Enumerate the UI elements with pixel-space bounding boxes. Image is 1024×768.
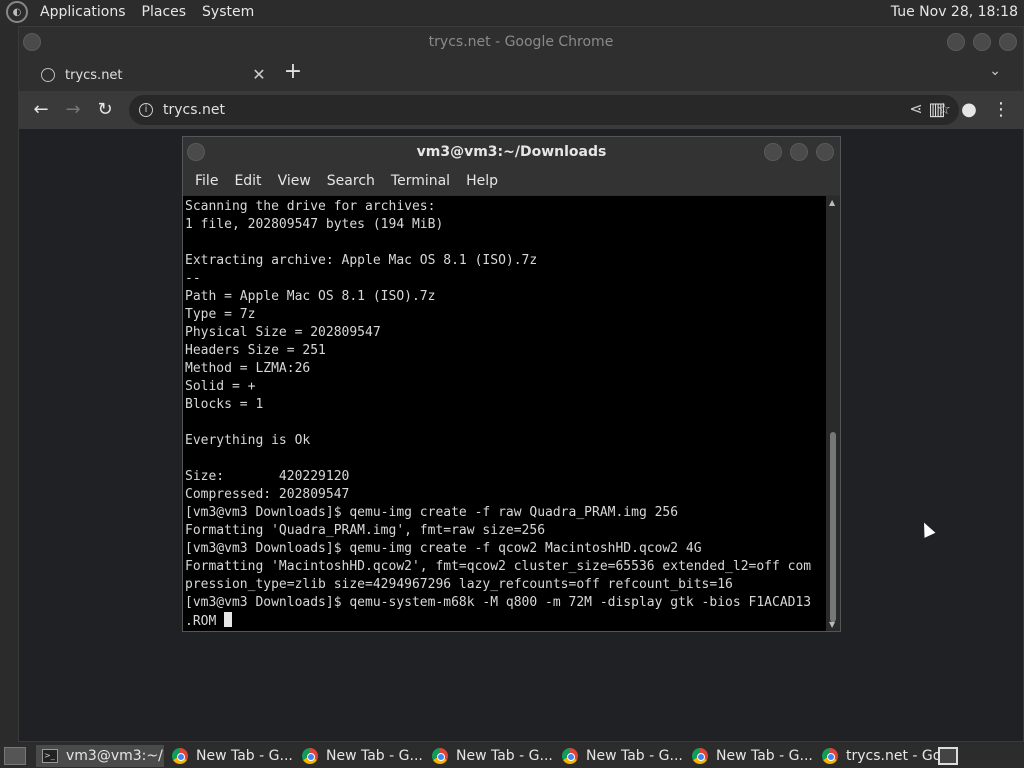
taskbar-item-chrome[interactable]: New Tab - G... xyxy=(686,745,814,767)
terminal-maximize-button[interactable] xyxy=(790,143,808,161)
tab-trycs[interactable]: trycs.net ✕ xyxy=(29,59,269,91)
terminal-line: [vm3@vm3 Downloads]$ qemu-system-m68k -M… xyxy=(185,595,812,610)
terminal-scrollbar[interactable]: ▲ ▼ xyxy=(826,196,840,631)
terminal-minimize-button[interactable] xyxy=(764,143,782,161)
taskbar-item-chrome[interactable]: New Tab - G... xyxy=(296,745,424,767)
terminal-close-button[interactable] xyxy=(816,143,834,161)
back-button[interactable]: ← xyxy=(29,98,53,122)
terminal-menubar: File Edit View Search Terminal Help xyxy=(183,167,840,195)
terminal-line: [vm3@vm3 Downloads]$ qemu-img create -f … xyxy=(185,505,679,520)
terminal-output[interactable]: Scanning the drive for archives: 1 file, … xyxy=(183,196,826,631)
chrome-titlebar[interactable]: trycs.net - Google Chrome xyxy=(19,27,1023,57)
taskbar-item-label: trycs.net - Go... xyxy=(846,748,944,764)
terminal-line: .ROM xyxy=(185,614,225,629)
menu-terminal[interactable]: Terminal xyxy=(389,173,458,189)
taskbar-item-chrome[interactable]: trycs.net - Go... xyxy=(816,745,944,767)
terminal-window-menu-button[interactable] xyxy=(187,143,205,161)
tab-title: trycs.net xyxy=(65,67,123,83)
side-panel-icon[interactable]: ▥ xyxy=(925,98,949,122)
address-bar[interactable]: i trycs.net ⋖ ☆ xyxy=(129,95,959,125)
tab-strip: trycs.net ✕ + ⌄ xyxy=(19,57,1023,91)
taskbar-item-label: vm3@vm3:~/... xyxy=(66,748,164,764)
chrome-window-title: trycs.net - Google Chrome xyxy=(428,34,614,50)
menu-view[interactable]: View xyxy=(276,173,319,189)
terminal-line: Compressed: 202809547 xyxy=(185,487,350,502)
new-tab-button[interactable]: + xyxy=(281,61,305,85)
window-menu-button[interactable] xyxy=(23,33,41,51)
taskbar-item-chrome[interactable]: New Tab - G... xyxy=(556,745,684,767)
terminal-line: Formatting 'MacintoshHD.qcow2', fmt=qcow… xyxy=(185,559,812,574)
taskbar: >_ vm3@vm3:~/... New Tab - G... New Tab … xyxy=(0,744,1024,768)
terminal-line: pression_type=zlib size=4294967296 lazy_… xyxy=(185,577,733,592)
minimize-button[interactable] xyxy=(947,33,965,51)
taskbar-item-label: New Tab - G... xyxy=(196,748,293,764)
reload-button[interactable]: ↻ xyxy=(93,98,117,122)
close-window-button[interactable] xyxy=(999,33,1017,51)
places-menu[interactable]: Places xyxy=(138,4,191,20)
terminal-line: Everything is Ok xyxy=(185,433,311,448)
terminal-line: Size: 420229120 xyxy=(185,469,350,484)
terminal-line: -- xyxy=(185,271,201,286)
terminal-line: Extracting archive: Apple Mac OS 8.1 (IS… xyxy=(185,253,538,268)
show-desktop-button[interactable] xyxy=(4,747,26,765)
chrome-icon xyxy=(432,748,448,764)
chrome-icon xyxy=(692,748,708,764)
close-tab-icon[interactable]: ✕ xyxy=(249,65,269,85)
chrome-icon xyxy=(822,748,838,764)
site-info-icon[interactable]: i xyxy=(139,103,153,117)
top-panel: ◐ Applications Places System Tue Nov 28,… xyxy=(0,0,1024,24)
taskbar-item-terminal[interactable]: >_ vm3@vm3:~/... xyxy=(36,745,164,767)
forward-button[interactable]: → xyxy=(61,98,85,122)
maximize-button[interactable] xyxy=(973,33,991,51)
terminal-line: Type = 7z xyxy=(185,307,256,322)
menu-edit[interactable]: Edit xyxy=(232,173,269,189)
menu-file[interactable]: File xyxy=(193,173,226,189)
chrome-icon xyxy=(172,748,188,764)
globe-icon xyxy=(41,68,55,82)
terminal-line: Headers Size = 251 xyxy=(185,343,326,358)
taskbar-item-label: New Tab - G... xyxy=(716,748,813,764)
taskbar-item-label: New Tab - G... xyxy=(326,748,423,764)
terminal-line: Scanning the drive for archives: xyxy=(185,199,436,214)
chrome-icon xyxy=(562,748,578,764)
terminal-line: [vm3@vm3 Downloads]$ qemu-img create -f … xyxy=(185,541,702,556)
browser-toolbar: ← → ↻ i trycs.net ⋖ ☆ ▥ ● ⋮ xyxy=(19,91,1023,129)
address-text: trycs.net xyxy=(163,102,225,118)
terminal-line: Blocks = 1 xyxy=(185,397,264,412)
share-icon[interactable]: ⋖ xyxy=(909,99,922,118)
system-menu[interactable]: System xyxy=(198,4,258,20)
menu-search[interactable]: Search xyxy=(325,173,383,189)
terminal-line: Formatting 'Quadra_PRAM.img', fmt=raw si… xyxy=(185,523,546,538)
terminal-title: vm3@vm3:~/Downloads xyxy=(416,144,607,160)
terminal-line: Method = LZMA:26 xyxy=(185,361,311,376)
menu-help[interactable]: Help xyxy=(464,173,506,189)
terminal-window: vm3@vm3:~/Downloads File Edit View Searc… xyxy=(182,136,841,632)
workspace-switcher[interactable] xyxy=(938,747,958,765)
chrome-icon xyxy=(302,748,318,764)
taskbar-item-label: New Tab - G... xyxy=(586,748,683,764)
text-cursor xyxy=(224,612,233,627)
terminal-line: Path = Apple Mac OS 8.1 (ISO).7z xyxy=(185,289,436,304)
terminal-titlebar[interactable]: vm3@vm3:~/Downloads xyxy=(183,137,840,167)
panel-clock[interactable]: Tue Nov 28, 18:18 xyxy=(891,4,1018,20)
taskbar-item-chrome[interactable]: New Tab - G... xyxy=(166,745,294,767)
scroll-up-icon[interactable]: ▲ xyxy=(829,198,835,207)
scrollbar-thumb[interactable] xyxy=(830,432,836,622)
terminal-line: 1 file, 202809547 bytes (194 MiB) xyxy=(185,217,444,232)
terminal-line: Solid = + xyxy=(185,379,256,394)
terminal-line: Physical Size = 202809547 xyxy=(185,325,381,340)
scroll-down-icon[interactable]: ▼ xyxy=(829,620,835,629)
taskbar-item-chrome[interactable]: New Tab - G... xyxy=(426,745,554,767)
applications-menu[interactable]: Applications xyxy=(36,4,130,20)
terminal-icon: >_ xyxy=(42,749,58,763)
chevron-down-icon[interactable]: ⌄ xyxy=(989,63,1001,79)
kebab-menu-icon[interactable]: ⋮ xyxy=(989,98,1013,122)
distro-logo-icon[interactable]: ◐ xyxy=(6,1,28,23)
terminal-prompt-line: .ROM xyxy=(185,612,826,631)
taskbar-item-label: New Tab - G... xyxy=(456,748,553,764)
profile-icon[interactable]: ● xyxy=(957,98,981,122)
